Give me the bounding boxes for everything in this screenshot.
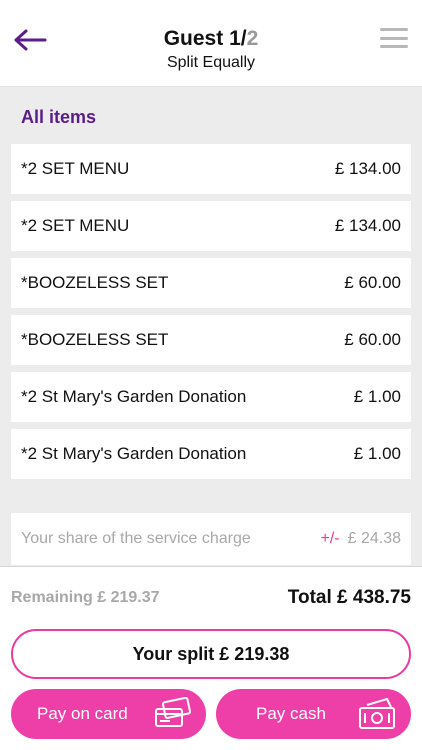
pay-on-card-button[interactable]: Pay on card	[11, 689, 206, 739]
list-item[interactable]: *2 St Mary's Garden Donation £ 1.00	[11, 372, 411, 422]
items-panel: All items *2 SET MENU £ 134.00 *2 SET ME…	[0, 86, 422, 566]
header: Guest 1/2 Split Equally	[0, 0, 422, 86]
list-item[interactable]: *BOOZELESS SET £ 60.00	[11, 258, 411, 308]
total-amount: Total £ 438.75	[287, 587, 411, 608]
credit-card-icon	[155, 697, 192, 727]
page-title: Guest 1/2	[0, 26, 422, 52]
pay-on-card-label: Pay on card	[37, 704, 128, 723]
item-name: *2 SET MENU	[21, 216, 130, 235]
item-price: £ 1.00	[353, 444, 401, 463]
item-price: £ 134.00	[334, 159, 401, 178]
adjust-service-button[interactable]: +/-	[320, 530, 339, 547]
title-block: Guest 1/2 Split Equally	[0, 26, 422, 72]
service-charge-label: Your share of the service charge	[21, 530, 251, 547]
list-item[interactable]: *BOOZELESS SET £ 60.00	[11, 315, 411, 365]
item-price: £ 60.00	[344, 330, 401, 349]
banknote-icon	[359, 698, 395, 729]
remaining-amount: Remaining £ 219.37	[11, 589, 160, 606]
list-item[interactable]: *2 SET MENU £ 134.00	[11, 144, 411, 194]
item-name: *2 St Mary's Garden Donation	[21, 444, 247, 463]
item-name: *2 St Mary's Garden Donation	[21, 387, 247, 406]
guest-index: Guest 1/	[163, 27, 247, 50]
item-name: *BOOZELESS SET	[21, 273, 169, 292]
item-name: *BOOZELESS SET	[21, 330, 169, 349]
split-mode: Split Equally	[166, 54, 256, 71]
guest-count: 2	[246, 27, 259, 50]
item-name: *2 SET MENU	[21, 159, 130, 178]
your-split-button[interactable]: Your split £ 219.38	[11, 629, 411, 679]
footer: Remaining £ 219.37 Total £ 438.75 Your s…	[0, 566, 422, 750]
section-header: All items	[11, 93, 411, 141]
list-item[interactable]: *2 St Mary's Garden Donation £ 1.00	[11, 429, 411, 479]
pay-cash-label: Pay cash	[256, 704, 326, 723]
service-charge-field[interactable]: Your share of the service charge +/- £ 24…	[11, 513, 411, 565]
item-price: £ 134.00	[334, 216, 401, 235]
list-item[interactable]: *2 SET MENU £ 134.00	[11, 201, 411, 251]
hamburger-icon[interactable]	[380, 28, 408, 48]
pay-cash-button[interactable]: Pay cash	[216, 689, 411, 739]
service-charge-amount: £ 24.38	[347, 530, 401, 547]
service-charge-value: +/- £ 24.38	[320, 530, 401, 548]
item-price: £ 1.00	[353, 387, 401, 406]
item-price: £ 60.00	[344, 273, 401, 292]
